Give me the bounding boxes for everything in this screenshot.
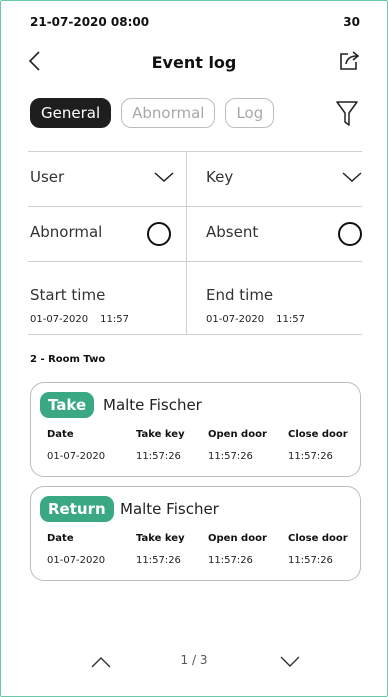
page-title: Event log (151, 53, 237, 72)
tab-log[interactable]: Log (225, 98, 275, 128)
event-date: 01-07-2020 (47, 451, 106, 462)
col-header-open-door: Open door (208, 533, 267, 544)
tab-bar: General Abnormal Log (30, 98, 275, 128)
start-time-field[interactable]: Start time 01-07-2020 11:57 (28, 262, 186, 334)
col-header-open-door: Open door (208, 429, 267, 440)
filter-row-times: Start time 01-07-2020 11:57 End time 01-0… (28, 262, 362, 335)
filter-row-toggles: Abnormal Absent (28, 207, 362, 262)
end-date: 01-07-2020 (206, 314, 265, 325)
event-type-badge: Return (40, 496, 114, 522)
event-take-key: 11:57:26 (136, 451, 181, 462)
col-header-take-key: Take key (136, 533, 185, 544)
page-indicator: 1 / 3 (180, 653, 208, 667)
event-close-door: 11:57:26 (288, 555, 333, 566)
filter-icon[interactable] (336, 99, 358, 127)
start-time-label: Start time (30, 286, 106, 304)
start-clock: 11:57 (100, 314, 129, 325)
col-header-close-door: Close door (288, 429, 348, 440)
event-date: 01-07-2020 (47, 555, 106, 566)
col-header-date: Date (47, 533, 74, 544)
event-type-badge: Take (40, 392, 95, 418)
section-title: 2 - Room Two (30, 354, 106, 365)
event-card[interactable]: Return Malte Fischer Date Take key Open … (30, 486, 361, 581)
end-clock: 11:57 (276, 314, 305, 325)
chevron-down-icon[interactable] (279, 655, 301, 669)
event-user-name: Malte Fischer (120, 500, 219, 518)
header: Event log (0, 46, 388, 78)
abnormal-label: Abnormal (30, 223, 103, 241)
event-close-door: 11:57:26 (288, 451, 333, 462)
event-open-door: 11:57:26 (208, 555, 253, 566)
col-header-date: Date (47, 429, 74, 440)
start-time-value: 01-07-2020 11:57 (30, 314, 129, 325)
chevron-down-icon (342, 172, 362, 183)
abnormal-toggle-cell: Abnormal (28, 207, 186, 261)
abnormal-radio[interactable] (147, 222, 171, 246)
end-time-label: End time (206, 286, 274, 304)
chevron-down-icon (154, 172, 174, 183)
user-select-label: User (30, 168, 65, 186)
col-header-close-door: Close door (288, 533, 348, 544)
start-date: 01-07-2020 (30, 314, 89, 325)
event-card[interactable]: Take Malte Fischer Date Take key Open do… (30, 382, 361, 477)
absent-radio[interactable] (338, 222, 362, 246)
tab-abnormal[interactable]: Abnormal (121, 98, 216, 128)
filter-row-selects: User Key (28, 152, 362, 207)
event-user-name: Malte Fischer (103, 396, 202, 414)
status-bar: 21-07-2020 08:00 30 (30, 15, 360, 29)
event-take-key: 11:57:26 (136, 555, 181, 566)
status-value: 30 (343, 15, 360, 29)
absent-toggle-cell: Absent (186, 207, 362, 261)
col-header-take-key: Take key (136, 429, 185, 440)
absent-label: Absent (206, 223, 259, 241)
end-time-field[interactable]: End time 01-07-2020 11:57 (186, 262, 362, 334)
tab-general[interactable]: General (30, 98, 112, 128)
filter-grid: User Key Abnormal Absent Start time 01-0… (28, 151, 362, 335)
end-time-value: 01-07-2020 11:57 (206, 314, 305, 325)
share-icon[interactable] (339, 49, 361, 71)
key-select-label: Key (206, 168, 234, 186)
pagination: 1 / 3 (0, 650, 388, 674)
event-open-door: 11:57:26 (208, 451, 253, 462)
key-select[interactable]: Key (186, 152, 362, 206)
user-select[interactable]: User (28, 152, 186, 206)
status-datetime: 21-07-2020 08:00 (30, 15, 150, 29)
